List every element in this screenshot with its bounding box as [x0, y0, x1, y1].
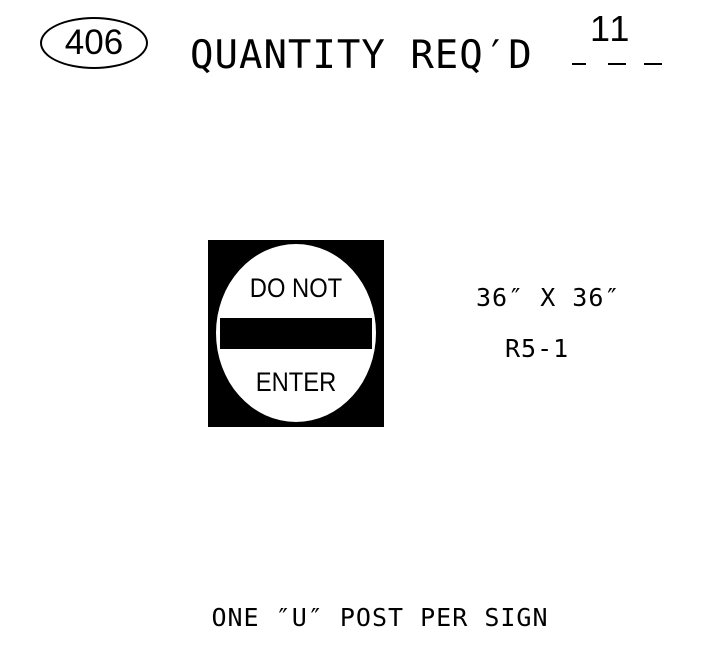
- quantity-required-value: 11: [590, 8, 632, 49]
- sign-bar: [220, 318, 372, 349]
- quantity-required-label: QUANTITY REQ′D: [190, 33, 533, 78]
- sign-text-do-not: DO NOT: [249, 273, 343, 303]
- post-note: ONE ″U″ POST PER SIGN: [211, 603, 549, 632]
- sign-code: R5-1: [505, 334, 570, 363]
- sheet-number: 406: [64, 23, 124, 62]
- sign-dimensions: 36″ X 36″: [476, 283, 621, 312]
- sign-text-enter: ENTER: [255, 367, 337, 397]
- quantity-blank-line: [572, 63, 662, 65]
